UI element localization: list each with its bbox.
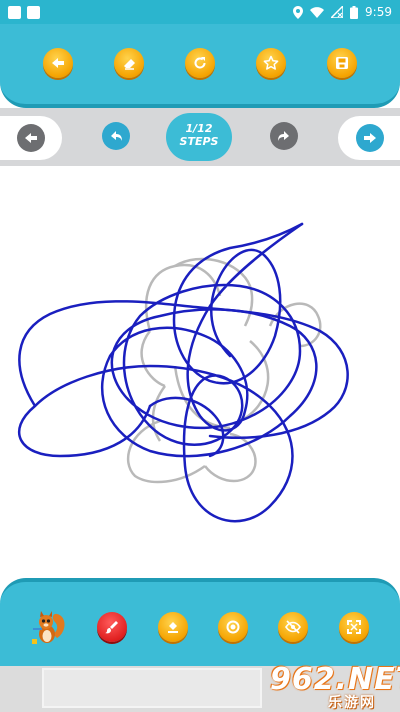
- brush-size-button[interactable]: [218, 612, 249, 642]
- top-toolbar: [0, 24, 400, 108]
- next-drawing-button[interactable]: [356, 124, 384, 152]
- app-root: 9:59 1/12 STEPS 962.NE 乐游网: [0, 0, 400, 712]
- undo-icon: [111, 131, 122, 141]
- back-arrow-icon: [51, 58, 64, 68]
- canvas-svg: [17, 222, 349, 523]
- arrow-left-icon: [25, 133, 37, 143]
- bottom-toolbar: [0, 578, 400, 666]
- steps-indicator: 1/12 STEPS: [166, 113, 232, 161]
- status-bar: 9:59: [0, 0, 400, 24]
- status-right: 9:59: [293, 5, 392, 19]
- prev-drawing-button[interactable]: [17, 124, 45, 152]
- fullscreen-icon: [346, 620, 361, 634]
- no-signal-icon: [331, 6, 344, 18]
- top-toolbar-buttons: [0, 48, 400, 78]
- prev-drawing-pill: [0, 116, 62, 160]
- favorite-button[interactable]: [256, 48, 287, 78]
- star-icon: [263, 55, 279, 70]
- redo-icon: [278, 131, 289, 141]
- wifi-icon: [310, 6, 325, 18]
- fill-bucket-icon: [167, 622, 178, 633]
- ad-banner[interactable]: [42, 668, 262, 708]
- bottom-toolbar-buttons: [0, 608, 400, 646]
- eraser-icon: [123, 59, 135, 70]
- watermark-subtitle: 乐游网: [328, 695, 376, 711]
- arrow-right-icon: [364, 133, 376, 143]
- hide-guide-button[interactable]: [278, 612, 309, 642]
- refresh-button[interactable]: [184, 48, 215, 78]
- squirrel-mascot[interactable]: [31, 608, 67, 646]
- back-button[interactable]: [42, 48, 73, 78]
- save-icon: [336, 57, 349, 69]
- drawing-canvas[interactable]: [0, 166, 400, 578]
- brush-color-button[interactable]: [97, 612, 128, 642]
- notification-icon: [8, 5, 21, 19]
- eraser-button[interactable]: [113, 48, 144, 78]
- brush-color-icon: [105, 621, 119, 634]
- notification-icon: [27, 5, 40, 19]
- save-button[interactable]: [327, 48, 358, 78]
- redo-button[interactable]: [270, 122, 298, 150]
- step-count: 1/12: [185, 122, 213, 135]
- battery-icon: [350, 5, 359, 19]
- step-label: STEPS: [179, 135, 219, 148]
- location-icon: [293, 5, 304, 19]
- brush-size-icon: [226, 620, 240, 634]
- fill-bucket-button[interactable]: [157, 612, 188, 642]
- next-drawing-pill: [338, 116, 400, 160]
- undo-button[interactable]: [102, 122, 130, 150]
- squirrel-mascot-icon: [32, 611, 65, 644]
- fullscreen-button[interactable]: [338, 612, 369, 642]
- refresh-icon: [194, 57, 206, 69]
- hide-guide-icon: [285, 620, 302, 634]
- watermark: 962.NET 乐游网: [262, 662, 400, 711]
- clock-time: 9:59: [365, 5, 392, 19]
